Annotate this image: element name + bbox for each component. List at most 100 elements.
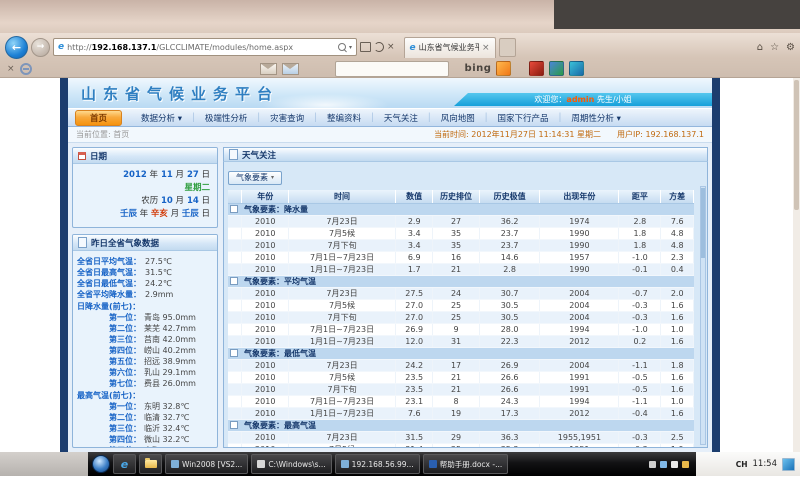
address-bar[interactable]: e http://192.168.137.1/GLCCLIMATE/module… bbox=[53, 38, 357, 56]
table-cell: 1.0 bbox=[661, 323, 694, 335]
start-button[interactable] bbox=[92, 455, 110, 473]
table-cell: 2010 bbox=[242, 215, 289, 227]
table-cell: 1.6 bbox=[661, 299, 694, 311]
table-row[interactable]: 20107月5候3.43523.719901.84.8 bbox=[228, 227, 694, 239]
table-header-cell: 方差 bbox=[661, 190, 694, 204]
window-icon bbox=[429, 460, 437, 468]
url-text: http://192.168.137.1/GLCCLIMATE/modules/… bbox=[67, 43, 335, 52]
table-cell: 7月下旬 bbox=[289, 383, 396, 395]
refresh-icon[interactable] bbox=[374, 42, 384, 52]
toolbar-app-icon-2[interactable] bbox=[549, 61, 564, 76]
nav-item-4[interactable]: 整编资料 bbox=[318, 112, 370, 124]
nav-item-8[interactable]: 周期性分析 ▾ bbox=[562, 112, 629, 124]
tools-gear-icon[interactable]: ⚙ bbox=[786, 42, 795, 53]
taskbar-window-button[interactable]: 192.168.56.99... bbox=[335, 454, 420, 474]
table-group-row[interactable]: 气象要素：最低气温 bbox=[228, 347, 694, 359]
checkbox[interactable] bbox=[230, 205, 238, 213]
group-checkbox-cell bbox=[228, 275, 242, 287]
mail-icon[interactable] bbox=[260, 63, 277, 75]
table-row[interactable]: 20107月23日2.92736.219742.87.6 bbox=[228, 215, 694, 227]
taskbar-explorer-button[interactable] bbox=[139, 454, 162, 474]
language-indicator[interactable]: CH bbox=[736, 460, 748, 469]
element-filter-button[interactable]: 气象要素▾ bbox=[228, 171, 282, 185]
table-row[interactable]: 20107月23日31.52936.31955,1951-0.32.5 bbox=[228, 431, 694, 443]
group-title-cell: 气象要素：最低气温 bbox=[242, 347, 694, 359]
taskbar-window-button[interactable]: Win2008 [VS2... bbox=[165, 454, 248, 474]
taskbar-clock[interactable]: 11:54 bbox=[753, 459, 778, 469]
tab-close-icon[interactable]: × bbox=[482, 43, 490, 53]
nav-item-7[interactable]: 国家下行产品 bbox=[489, 112, 558, 124]
table-group-row[interactable]: 气象要素：最高气温 bbox=[228, 419, 694, 431]
table-group-row[interactable]: 气象要素：平均气温 bbox=[228, 275, 694, 287]
table-row[interactable]: 20107月下旬3.43523.719901.84.8 bbox=[228, 239, 694, 251]
new-tab-button[interactable] bbox=[499, 38, 516, 57]
table-row[interactable]: 20107月23日24.21726.92004-1.11.8 bbox=[228, 359, 694, 371]
nav-item-home[interactable]: 首页 bbox=[75, 110, 122, 126]
table-row[interactable]: 20107月下旬23.52126.61991-0.51.6 bbox=[228, 383, 694, 395]
toolbar-app-icon-3[interactable] bbox=[569, 61, 584, 76]
main-panel-header: 天气关注 bbox=[223, 147, 708, 162]
table-row[interactable]: 20107月5候23.52126.61991-0.51.6 bbox=[228, 371, 694, 383]
table-row[interactable]: 20101月1日~7月23日12.03122.320120.21.6 bbox=[228, 335, 694, 347]
browser-scrollbar[interactable] bbox=[793, 78, 800, 452]
favorites-star-icon[interactable]: ☆ bbox=[770, 42, 779, 53]
address-dropdown-icon[interactable]: ▾ bbox=[349, 44, 352, 51]
table-cell: -0.7 bbox=[619, 287, 661, 299]
tray-network-icon[interactable] bbox=[660, 461, 667, 468]
nav-item-2[interactable]: 极端性分析 bbox=[196, 112, 257, 124]
table-row[interactable]: 20107月5候31.42535.31951-0.31.9 bbox=[228, 443, 694, 448]
table-row[interactable]: 20101月1日~7月23日1.7212.81990-0.10.4 bbox=[228, 263, 694, 275]
table-row[interactable]: 20107月下旬27.02530.52004-0.31.6 bbox=[228, 311, 694, 323]
tray-volume-icon[interactable] bbox=[671, 461, 678, 468]
close-toolbar-icon[interactable]: × bbox=[7, 64, 15, 74]
table-cell: 2004 bbox=[540, 311, 619, 323]
browser-tab[interactable]: e 山东省气候业务平... × bbox=[404, 37, 496, 58]
nav-item-6[interactable]: 风向地图 bbox=[432, 112, 484, 124]
checkbox[interactable] bbox=[230, 349, 238, 357]
table-cell: 2010 bbox=[242, 311, 289, 323]
browser-back-button[interactable]: ← bbox=[5, 36, 28, 59]
addon-icon[interactable] bbox=[20, 63, 32, 75]
toolbar-search-box[interactable] bbox=[335, 61, 449, 77]
taskbar-window-button[interactable]: 帮助手册.docx -... bbox=[423, 454, 509, 474]
table-row[interactable]: 20101月1日~7月23日7.61917.32012-0.41.6 bbox=[228, 407, 694, 419]
table-row[interactable]: 20107月1日~7月23日6.91614.61957-1.02.3 bbox=[228, 251, 694, 263]
bing-tile-icon[interactable] bbox=[496, 61, 511, 76]
table-cell: 7月23日 bbox=[289, 287, 396, 299]
toolbar-app-icon-1[interactable] bbox=[529, 61, 544, 76]
table-cell: -1.1 bbox=[619, 395, 661, 407]
table-row[interactable]: 20107月23日27.52430.72004-0.72.0 bbox=[228, 287, 694, 299]
home-icon[interactable]: ⌂ bbox=[757, 42, 763, 53]
tray-expand-icon[interactable] bbox=[649, 461, 656, 468]
taskbar-ie-button[interactable]: e bbox=[113, 454, 136, 474]
compatibility-view-icon[interactable] bbox=[360, 42, 371, 52]
tray-app-icon[interactable] bbox=[682, 461, 689, 468]
table-row[interactable]: 20107月1日~7月23日26.9928.01994-1.01.0 bbox=[228, 323, 694, 335]
table-group-row[interactable]: 气象要素：降水量 bbox=[228, 203, 694, 215]
row-lead-cell bbox=[228, 227, 242, 239]
weather-panel-header: 昨日全省气象数据 bbox=[73, 235, 217, 251]
table-cell: 1955,1951 bbox=[540, 431, 619, 443]
main-nav: 首页数据分析 ▾│极端性分析│灾害查询│整编资料│天气关注│风向地图│国家下行产… bbox=[68, 108, 712, 127]
search-icon[interactable] bbox=[338, 43, 346, 51]
bing-logo[interactable]: bing bbox=[465, 63, 492, 74]
panel-scrollbar[interactable] bbox=[700, 186, 706, 445]
checkbox[interactable] bbox=[230, 421, 238, 429]
taskbar-window-button[interactable]: C:\Windows\s... bbox=[251, 454, 331, 474]
rank-row: 第四位：崂山 40.2mm bbox=[77, 345, 213, 356]
weather-table-wrap: 年份时间数值历史排位历史极值出现年份距平方差气象要素：降水量20107月23日2… bbox=[228, 190, 703, 449]
mail-open-icon[interactable] bbox=[282, 63, 299, 75]
browser-forward-button[interactable]: → bbox=[31, 38, 50, 57]
nav-item-5[interactable]: 天气关注 bbox=[375, 112, 427, 124]
checkbox[interactable] bbox=[230, 277, 238, 285]
stop-icon[interactable]: × bbox=[387, 42, 395, 52]
nav-item-1[interactable]: 数据分析 ▾ bbox=[132, 112, 191, 124]
table-row[interactable]: 20107月1日~7月23日23.1824.31994-1.11.0 bbox=[228, 395, 694, 407]
nav-item-3[interactable]: 灾害查询 bbox=[261, 112, 313, 124]
table-row[interactable]: 20107月5候27.02530.52004-0.31.6 bbox=[228, 299, 694, 311]
background-window bbox=[554, 0, 800, 29]
stat-label: 全省日最高气温： bbox=[77, 267, 141, 278]
table-cell: 7.6 bbox=[661, 215, 694, 227]
calendar-panel-title: 日期 bbox=[90, 150, 107, 162]
show-desktop-button[interactable] bbox=[782, 458, 795, 471]
